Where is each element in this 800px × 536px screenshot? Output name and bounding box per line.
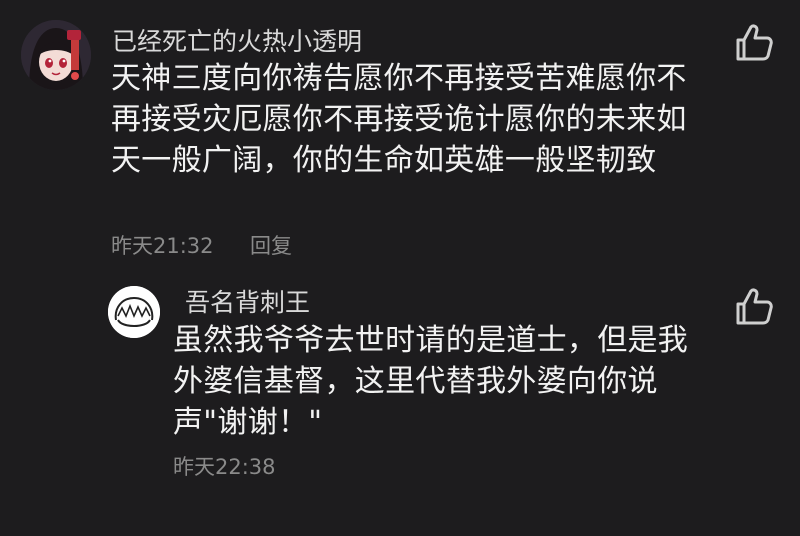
- comment-username[interactable]: 已经死亡的火热小透明: [112, 27, 362, 57]
- thumbs-up-icon: [736, 288, 773, 325]
- reply-username[interactable]: 吾名背刺王: [185, 288, 310, 318]
- like-button[interactable]: [733, 22, 775, 64]
- cartoon-face-avatar-icon: [108, 286, 160, 338]
- like-button[interactable]: [733, 286, 775, 328]
- reply-body: 虽然我爷爷去世时请的是道士，但是我外婆信基督，这里代替我外婆向你说声"谢谢！": [173, 323, 689, 440]
- comment-timestamp: 昨天21:32: [111, 234, 214, 258]
- reply-button[interactable]: 回复: [250, 233, 292, 259]
- avatar[interactable]: [21, 20, 91, 90]
- thumbs-up-icon: [736, 24, 773, 61]
- comment-thread: 已经死亡的火热小透明 天神三度向你祷告愿你不再接受苦难愿你不再接受灾厄愿你不再接…: [0, 0, 800, 536]
- reply-timestamp: 昨天22:38: [173, 455, 276, 479]
- anime-girl-avatar-icon: [21, 20, 91, 90]
- comment-body: 天神三度向你祷告愿你不再接受苦难愿你不再接受灾厄愿你不再接受诡计愿你的未来如天一…: [111, 61, 687, 178]
- avatar[interactable]: [108, 286, 160, 338]
